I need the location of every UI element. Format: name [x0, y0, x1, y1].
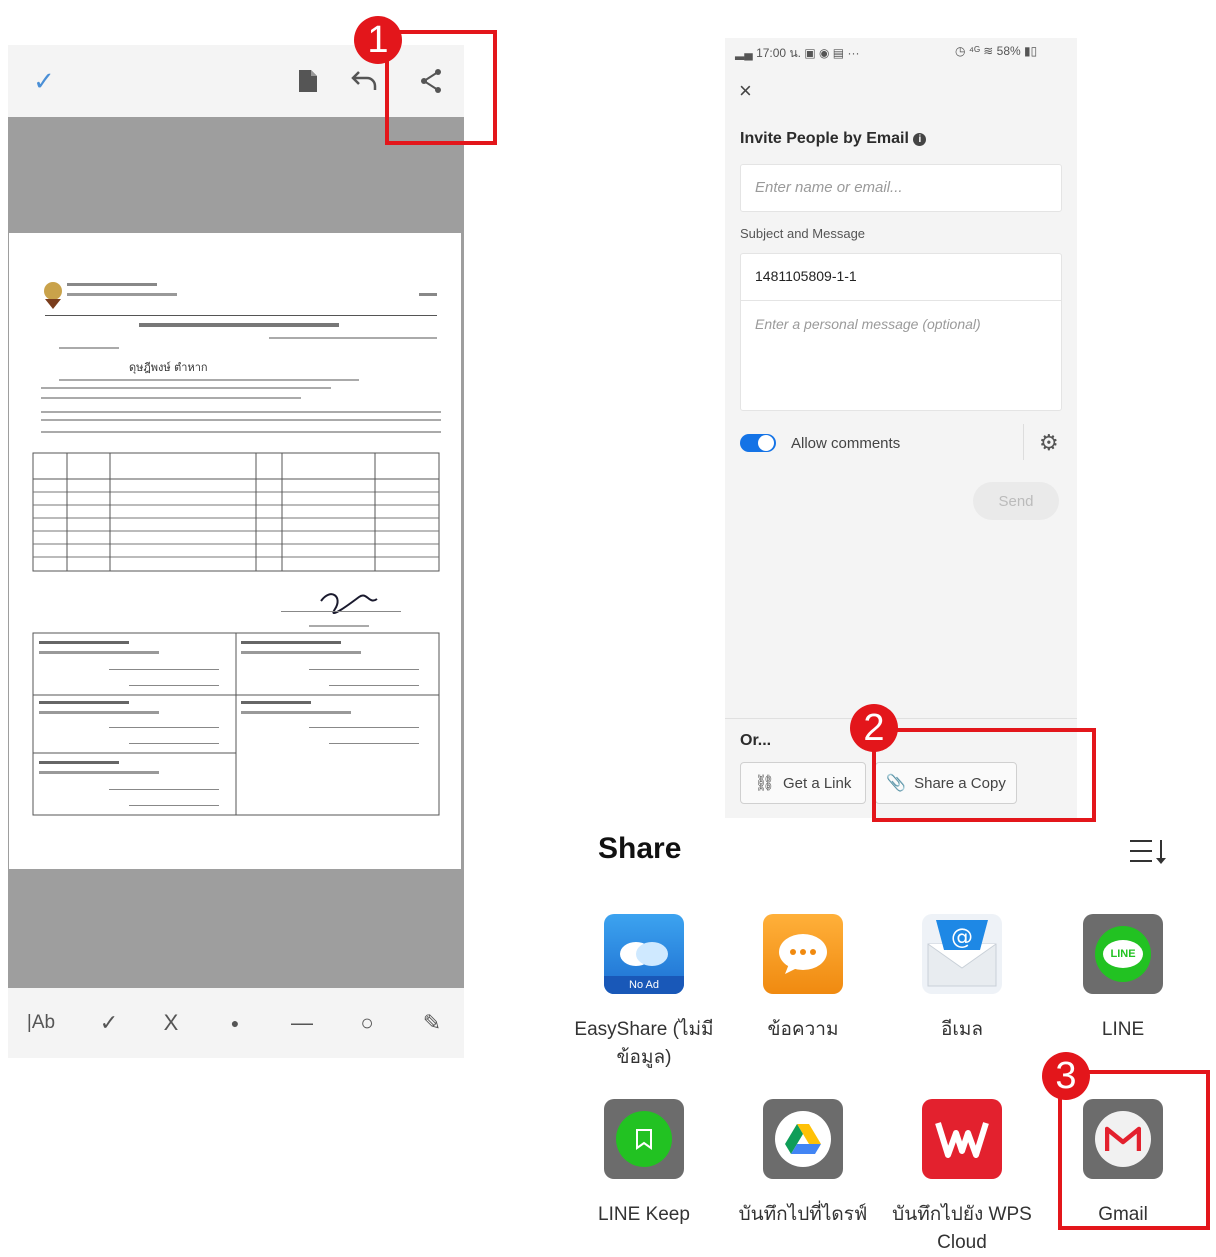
step1-highlight-box: [385, 30, 497, 145]
email-placeholder: Enter name or email...: [755, 179, 903, 196]
step1-badge: 1: [354, 16, 402, 64]
circle-tool[interactable]: ○: [350, 1006, 384, 1040]
close-icon[interactable]: ×: [739, 78, 752, 104]
pdf-editor-screen: ✓ ดุษฎีพงษ์ ตำหาก |Ab ✓ X ● — ○ ✎: [8, 45, 464, 1058]
google-drive-icon[interactable]: [763, 1099, 843, 1179]
pdf-page-preview: ดุษฎีพงษ์ ตำหาก: [9, 233, 461, 869]
toggle-knob: [758, 435, 774, 451]
svg-text:@: @: [951, 925, 973, 950]
line-label: LINE: [1101, 1019, 1145, 1040]
subject-message-box[interactable]: 1481105809-1-1 Enter a personal message …: [740, 253, 1062, 411]
battery-icon: ▮▯: [1024, 44, 1038, 58]
email-icon[interactable]: @: [922, 914, 1002, 994]
check-mark-tool[interactable]: ✓: [92, 1006, 126, 1040]
google-drive-label: บันทึกไปที่ไดรฟ์: [738, 1204, 868, 1225]
field-divider: [741, 300, 1061, 301]
line-badge-text: LINE: [1103, 940, 1143, 968]
editor-bottom-toolbar: |Ab ✓ X ● — ○ ✎: [8, 988, 464, 1058]
send-button[interactable]: Send: [973, 482, 1059, 520]
svg-text:ดุษฎีพงษ์ ตำหาก: ดุษฎีพงษ์ ตำหาก: [129, 361, 208, 374]
message-label: ข้อความ: [767, 1019, 839, 1040]
cross-mark-tool[interactable]: X: [154, 1006, 188, 1040]
status-time: 17:00 น.: [756, 46, 801, 60]
no-ad-badge: No Ad: [604, 976, 684, 994]
checkmark-done-icon[interactable]: ✓: [28, 65, 60, 97]
email-field[interactable]: Enter name or email...: [740, 164, 1062, 212]
get-link-button[interactable]: ⛓ Get a Link: [740, 762, 866, 804]
subject-label: Subject and Message: [740, 226, 866, 241]
easyshare-icon[interactable]: No Ad: [604, 914, 684, 994]
add-text-tool[interactable]: |Ab: [18, 1006, 64, 1040]
alarm-icon: ◷: [955, 44, 966, 58]
invite-title: Invite People by Email i: [740, 130, 927, 148]
section-divider: [725, 718, 1077, 719]
email-label: อีเมล: [940, 1019, 984, 1040]
step3-badge: 3: [1042, 1052, 1090, 1100]
get-link-label: Get a Link: [782, 774, 852, 792]
wps-cloud-icon[interactable]: [922, 1099, 1002, 1179]
allow-comments-label: Allow comments: [791, 435, 901, 452]
message-icon[interactable]: [763, 914, 843, 994]
gear-icon[interactable]: ⚙: [1039, 430, 1059, 456]
sort-list-icon[interactable]: [1128, 834, 1168, 868]
status-bar-right: ◷ ⁴ᴳ ≋ 58% ▮▯: [955, 44, 1037, 58]
step2-highlight-box: [872, 728, 1096, 822]
signal-icon: ▂▄: [735, 46, 753, 60]
status-bar-left: ▂▄ 17:00 น. ▣ ◉ ▤ ···: [735, 44, 859, 63]
link-icon: ⛓: [754, 775, 775, 792]
line-tool[interactable]: —: [282, 1006, 322, 1040]
line-keep-icon[interactable]: [604, 1099, 684, 1179]
network-icon: ⁴ᴳ ≋: [968, 44, 994, 58]
divider: [1023, 424, 1024, 460]
or-label: Or...: [740, 732, 772, 749]
battery-percent: 58%: [996, 44, 1021, 58]
signature-pen-icon[interactable]: ✎: [412, 1006, 452, 1040]
allow-comments-toggle[interactable]: [740, 434, 776, 452]
line-keep-label: LINE Keep: [598, 1204, 690, 1225]
easyshare-label: EasyShare (ไม่มี ข้อมูล): [574, 1019, 714, 1068]
document-icon[interactable]: [292, 65, 324, 97]
wps-cloud-label: บันทึกไปยัง WPS Cloud: [892, 1204, 1032, 1253]
document-form-drawing: ดุษฎีพงษ์ ตำหาก: [32, 282, 441, 816]
line-icon[interactable]: LINE: [1083, 914, 1163, 994]
share-sheet-title: Share: [598, 832, 682, 865]
invite-people-screen: ▂▄ 17:00 น. ▣ ◉ ▤ ··· ◷ ⁴ᴳ ≋ 58% ▮▯ × In…: [725, 38, 1077, 818]
dot-tool[interactable]: ●: [218, 1006, 252, 1040]
subject-field[interactable]: 1481105809-1-1: [755, 268, 857, 284]
undo-icon[interactable]: [348, 65, 382, 97]
info-icon[interactable]: i: [913, 133, 927, 146]
message-field[interactable]: Enter a personal message (optional): [755, 316, 981, 332]
notification-icons: ▣ ◉ ▤ ···: [804, 46, 860, 60]
step2-badge: 2: [850, 704, 898, 752]
